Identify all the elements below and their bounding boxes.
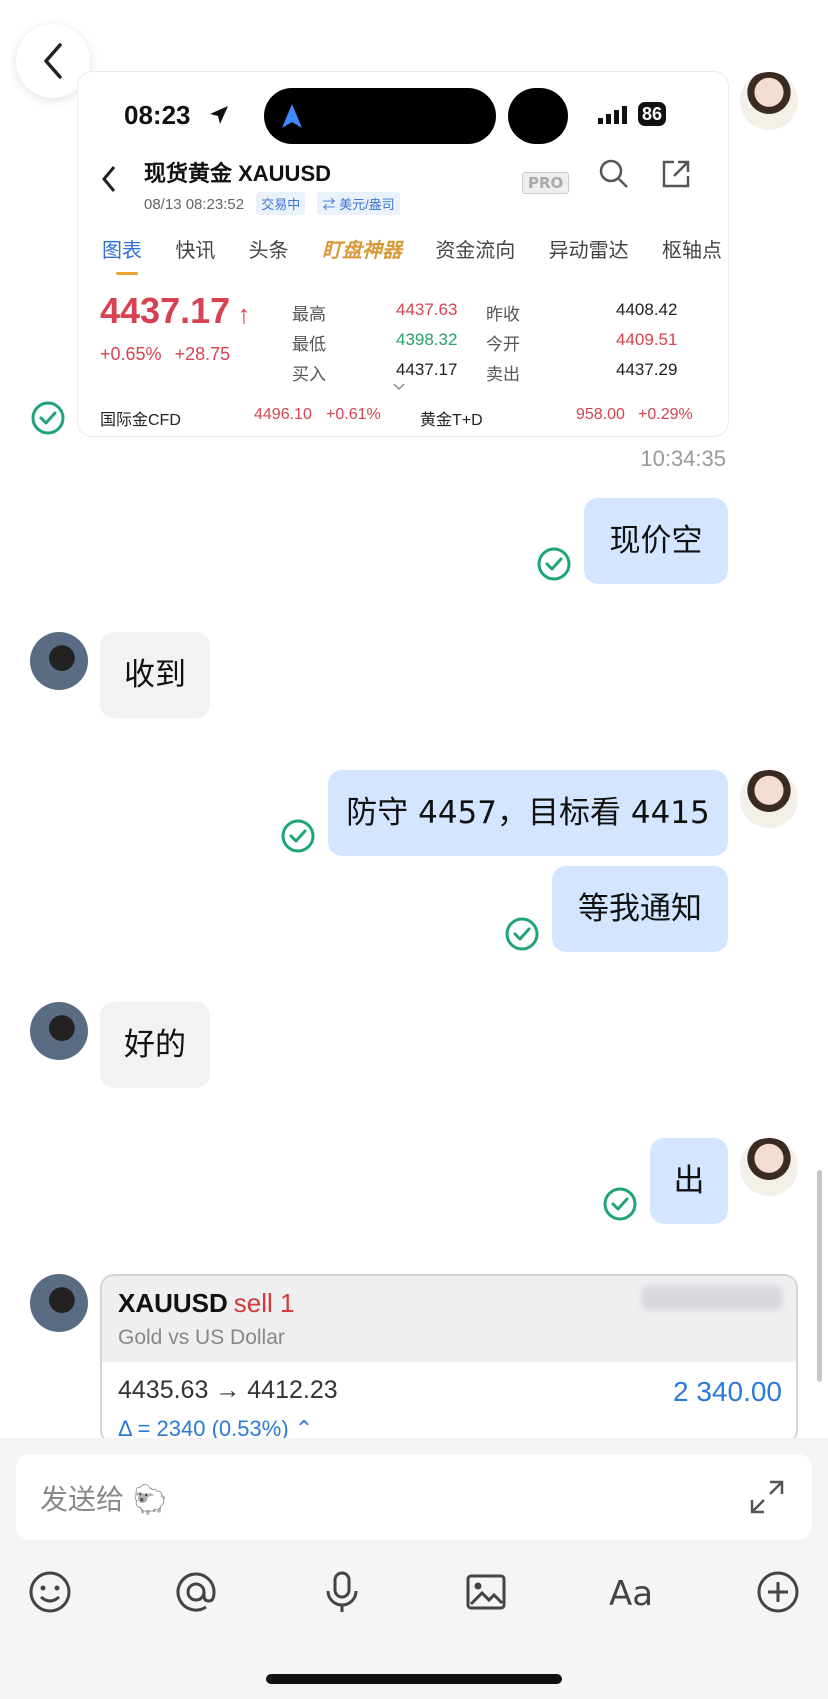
location-arrow-icon [210,106,228,124]
avatar[interactable] [740,1138,798,1196]
tab-pivot: 枢轴点 [661,238,722,262]
blurred-region [642,1286,782,1310]
compose-area: 发送给 🐑 Aa [0,1438,828,1699]
trade-symbol: XAUUSD sell 1 [118,1288,295,1318]
chevron-down-icon [393,383,405,391]
navigation-arrow-icon [282,104,302,128]
svg-text:Aa: Aa [609,1574,653,1614]
low-label: 最低 [292,335,326,354]
high-label: 最高 [292,305,326,324]
image-button[interactable] [456,1562,516,1622]
bid-label: 买入 [292,365,326,384]
currency-tag: ⇄ 美元/盎司 [317,192,400,215]
expand-icon[interactable] [748,1478,786,1516]
tab-chart: 图表 [102,238,142,262]
avatar[interactable] [30,1002,88,1060]
tab-headlines: 头条 [248,238,289,262]
cfd-value: 4496.10 [254,406,312,423]
td-value: 958.00 [576,406,625,423]
tab-fund-flow: 资金流向 [435,238,516,262]
message-timestamp: 10:34:35 [640,446,726,471]
mention-button[interactable] [166,1562,226,1622]
bid-value: 4437.17 [396,360,458,379]
back-arrow-icon [44,43,62,79]
trade-description: Gold vs US Dollar [118,1326,285,1349]
font-icon: Aa [609,1574,653,1614]
check-circle-icon [505,917,539,951]
high-value: 4437.63 [396,300,458,319]
tab-radar: 异动雷达 [548,238,629,262]
compose-toolbar: Aa [0,1562,828,1632]
tab-news-flash: 快讯 [175,238,216,262]
message-input[interactable]: 发送给 🐑 [16,1454,812,1540]
cfd-change: +0.61% [326,406,381,423]
status-tag: 交易中 [256,192,306,215]
check-circle-icon [31,401,65,435]
search-icon [599,159,628,188]
pro-badge: PRO [522,172,570,194]
scrollbar[interactable] [817,1170,822,1382]
td-change: +0.29% [638,406,693,423]
check-circle-icon [537,547,571,581]
open-label: 今开 [486,335,520,354]
price-change: +0.65% +28.75 [100,344,231,364]
related-quotes: 国际金CFD 4496.10 +0.61% 黄金T+D 958.00 +0.29… [100,406,720,430]
tab-bar: 图表 快讯 头条 盯盘神器 资金流向 异动雷达 枢轴点 [102,234,722,263]
td-label: 黄金T+D [420,412,483,429]
message-bubble[interactable]: 等我通知 [552,866,728,952]
cfd-label: 国际金CFD [100,412,181,429]
tab-watch-tool: 盯盘神器 [321,238,402,262]
font-button[interactable]: Aa [602,1562,662,1622]
more-button[interactable] [748,1562,808,1622]
current-price: 4437.17 ↑ [100,290,251,331]
dynamic-island [264,88,496,144]
avatar[interactable] [30,1274,88,1332]
avatar[interactable] [30,632,88,690]
check-circle-icon [281,819,315,853]
instrument-title: 现货黄金 XAUUSD [144,161,332,186]
microphone-icon [326,1571,358,1612]
message-bubble[interactable]: 防守 4457，目标看 4415 [328,770,728,856]
share-icon [662,160,690,188]
prev-close-label: 昨收 [486,305,520,324]
ask-value: 4437.29 [616,360,678,379]
emoji-icon [29,1571,71,1613]
message-bubble[interactable]: 好的 [100,1002,210,1088]
ask-label: 卖出 [486,365,520,384]
voice-button[interactable] [312,1562,372,1622]
active-tab-indicator [116,272,138,275]
status-time: 08:23 [124,100,191,130]
message-bubble[interactable]: 收到 [100,632,210,718]
chevron-left-icon [102,166,116,192]
open-value: 4409.51 [616,330,678,349]
avatar[interactable] [740,72,798,130]
instrument-subtitle: 08/13 08:23:52 交易中 ⇄ 美元/盎司 [144,192,400,215]
timestamp: 08/13 08:23:52 [144,196,245,213]
live-activity-thumbnail [508,88,568,144]
low-value: 4398.32 [396,330,458,349]
image-icon [466,1574,506,1610]
message-bubble[interactable]: 出 [650,1138,728,1224]
mention-icon [176,1572,216,1612]
trade-profit: 2 340.00 [673,1376,782,1407]
input-placeholder: 发送给 🐑 [40,1483,168,1516]
trade-prices: 4435.63 → 4412.23 [118,1376,338,1404]
screenshot-image-message[interactable]: 08:23 86 现货黄金 XAUUSD 08/13 08:23:52 交易中 … [78,72,728,436]
prev-close-value: 4408.42 [616,300,678,319]
plus-circle-icon [757,1571,799,1613]
check-circle-icon [603,1187,637,1221]
signal-icon [598,106,627,124]
home-indicator [266,1674,562,1684]
battery-indicator: 86 [638,102,667,126]
trade-image-message[interactable]: XAUUSD sell 1 Gold vs US Dollar 4435.63 →… [100,1274,798,1444]
avatar[interactable] [740,770,798,828]
message-bubble[interactable]: 现价空 [584,498,728,584]
emoji-button[interactable] [20,1562,80,1622]
